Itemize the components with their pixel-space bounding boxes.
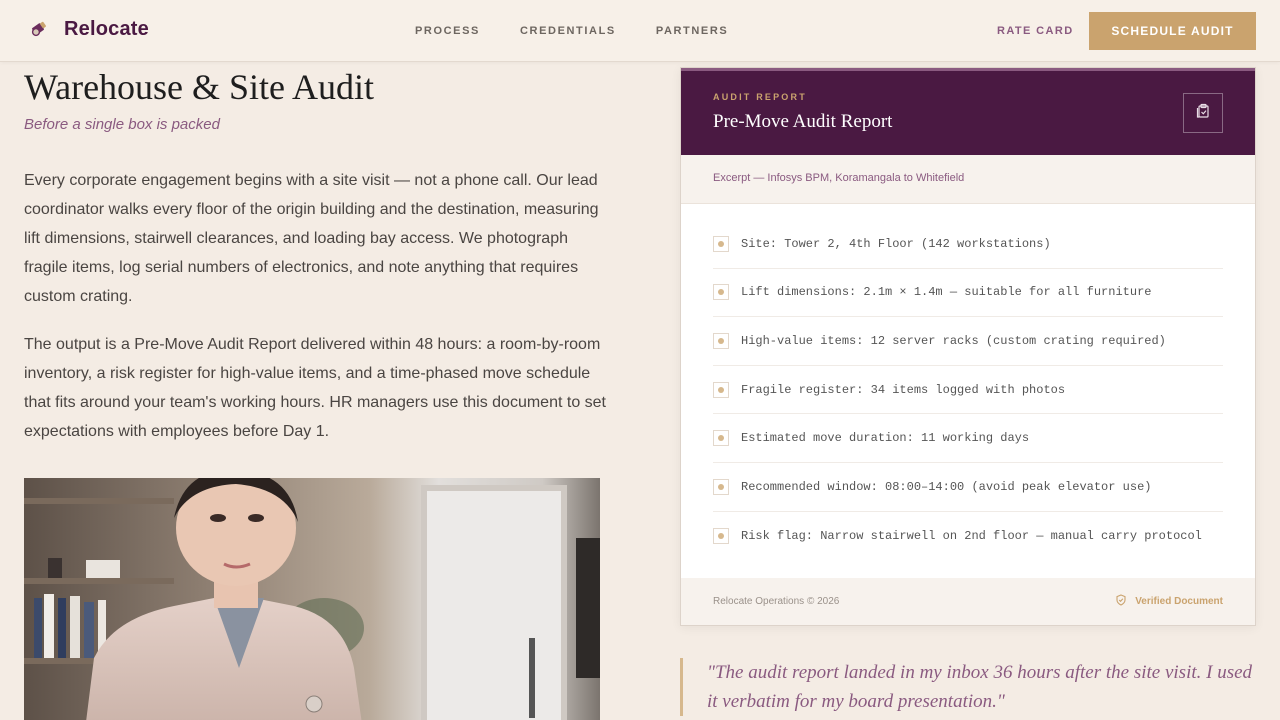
- testimonial-quote: "The audit report landed in my inbox 36 …: [680, 658, 1256, 716]
- page-title: Warehouse & Site Audit: [24, 67, 375, 107]
- shield-check-icon: [1115, 593, 1127, 611]
- brand-name: Relocate: [64, 18, 149, 40]
- verified-label: Verified Document: [1135, 596, 1223, 607]
- schedule-audit-button[interactable]: SCHEDULE AUDIT: [1089, 12, 1256, 50]
- tape-gun-icon: [28, 19, 50, 41]
- list-item: Lift dimensions: 2.1m × 1.4m — suitable …: [713, 269, 1223, 318]
- list-item: Fragile register: 34 items logged with p…: [713, 366, 1223, 415]
- card-eyebrow: AUDIT REPORT: [713, 92, 807, 102]
- nav-process[interactable]: PROCESS: [415, 25, 480, 37]
- nav-credentials[interactable]: CREDENTIALS: [520, 25, 616, 37]
- bullet-icon: [713, 430, 729, 447]
- bullet-icon: [713, 235, 729, 252]
- card-title: Pre-Move Audit Report: [713, 111, 893, 132]
- list-item: Site: Tower 2, 4th Floor (142 workstatio…: [713, 220, 1223, 269]
- bullet-icon: [713, 478, 729, 495]
- list-item-text: Recommended window: 08:00–14:00 (avoid p…: [741, 479, 1152, 494]
- list-item-text: Estimated move duration: 11 working days: [741, 431, 1030, 446]
- audit-items-list: Site: Tower 2, 4th Floor (142 workstatio…: [681, 204, 1255, 560]
- list-item-text: Site: Tower 2, 4th Floor (142 workstatio…: [741, 236, 1051, 251]
- bullet-icon: [713, 381, 729, 398]
- clipboard-check-button[interactable]: [1183, 93, 1223, 133]
- bullet-icon: [713, 284, 729, 301]
- list-item-text: Fragile register: 34 items logged with p…: [741, 382, 1066, 397]
- rate-card-link[interactable]: RATE CARD: [997, 25, 1074, 37]
- list-item: Risk flag: Narrow stairwell on 2nd floor…: [713, 512, 1223, 561]
- card-excerpt: Excerpt — Infosys BPM, Koramangala to Wh…: [681, 155, 1255, 204]
- consultant-photo: [24, 478, 600, 720]
- top-navigation: Relocate PROCESS CREDENTIALS PARTNERS RA…: [0, 0, 1280, 62]
- brand[interactable]: Relocate: [28, 18, 149, 41]
- list-item: Recommended window: 08:00–14:00 (avoid p…: [713, 463, 1223, 512]
- audit-report-card: AUDIT REPORT Pre-Move Audit Report Excer…: [680, 67, 1256, 626]
- nav-partners[interactable]: PARTNERS: [656, 25, 729, 37]
- footer-copyright: Relocate Operations © 2026: [713, 596, 840, 607]
- bullet-icon: [713, 527, 729, 544]
- list-item-text: Lift dimensions: 2.1m × 1.4m — suitable …: [741, 285, 1152, 300]
- page-subtitle: Before a single box is packed: [24, 116, 220, 133]
- list-item: Estimated move duration: 11 working days: [713, 414, 1223, 463]
- verified-badge: Verified Document: [1115, 593, 1223, 611]
- list-item-text: High-value items: 12 server racks (custo…: [741, 333, 1166, 348]
- card-header: AUDIT REPORT Pre-Move Audit Report: [681, 71, 1255, 155]
- list-item: High-value items: 12 server racks (custo…: [713, 317, 1223, 366]
- intro-paragraph: Every corporate engagement begins with a…: [24, 172, 599, 305]
- output-paragraph: The output is a Pre-Move Audit Report de…: [24, 336, 606, 440]
- clipboard-check-icon: [1195, 103, 1211, 124]
- list-item-text: Risk flag: Narrow stairwell on 2nd floor…: [741, 528, 1202, 543]
- bullet-icon: [713, 332, 729, 349]
- main-nav: PROCESS CREDENTIALS PARTNERS: [415, 25, 728, 37]
- card-footer: Relocate Operations © 2026 Verified Docu…: [681, 578, 1255, 625]
